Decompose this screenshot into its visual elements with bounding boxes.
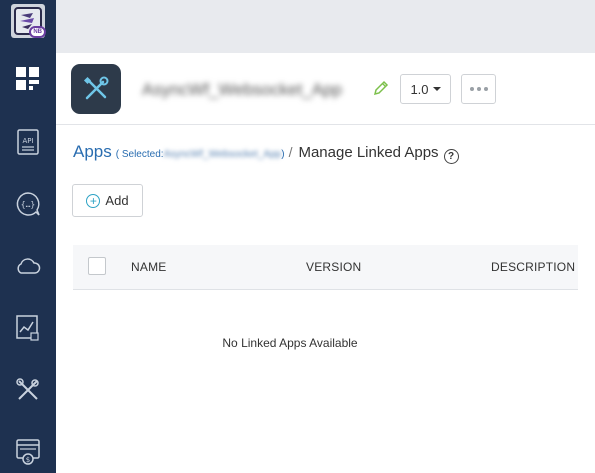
product-logo[interactable]: NB <box>11 4 46 38</box>
app-logo[interactable] <box>71 64 121 114</box>
column-header-name[interactable]: NAME <box>131 260 166 274</box>
add-button[interactable]: + Add <box>72 184 143 217</box>
sidebar-item-tools[interactable] <box>0 369 56 411</box>
breadcrumb-separator: / <box>288 144 293 160</box>
select-all-checkbox[interactable] <box>88 257 106 275</box>
more-icon <box>469 87 474 91</box>
breadcrumb-selected-prefix: ( Selected: <box>115 149 164 160</box>
add-button-label: Add <box>105 193 129 208</box>
svg-text:$: $ <box>26 456 30 464</box>
analytics-icon <box>16 315 39 341</box>
logo-badge: NB <box>29 26 46 38</box>
table-header: NAME VERSION DESCRIPTION <box>73 245 578 290</box>
svg-text:{…}: {…} <box>21 200 35 209</box>
sidebar-item-dashboard[interactable] <box>0 58 56 100</box>
api-icon: API <box>17 129 39 155</box>
help-icon[interactable]: ? <box>443 149 459 164</box>
version-value: 1.0 <box>410 81 429 97</box>
breadcrumb-selected-suffix: ) <box>281 149 285 160</box>
breadcrumb-selected: ( Selected:AsyncWf_Websocket_App) <box>116 149 285 160</box>
sidebar-item-analytics[interactable] <box>0 307 56 349</box>
api-icon-label: API <box>22 137 33 145</box>
sidebar: NB API {…} $ <box>0 0 56 473</box>
column-header-description[interactable]: DESCRIPTION <box>491 260 575 274</box>
breadcrumb: Apps ( Selected:AsyncWf_Websocket_App) /… <box>73 142 459 164</box>
sidebar-item-cloud[interactable] <box>0 245 56 287</box>
sidebar-item-api[interactable]: API <box>0 121 56 163</box>
plus-circle-icon: + <box>86 193 101 208</box>
cloud-icon <box>17 258 41 274</box>
version-dropdown[interactable]: 1.0 <box>400 74 451 104</box>
app-name: AsyncWf_Websocket_App <box>142 80 342 99</box>
dashboard-icon <box>16 67 39 90</box>
chevron-down-icon <box>432 87 441 91</box>
top-header <box>56 0 595 53</box>
wrench-screwdriver-icon <box>83 76 109 100</box>
app-header: AsyncWf_Websocket_App 1.0 <box>56 53 595 125</box>
more-options-button[interactable] <box>461 74 496 104</box>
sidebar-item-integrations[interactable]: {…} <box>0 183 56 225</box>
breadcrumb-selected-value: AsyncWf_Websocket_App <box>163 149 282 160</box>
empty-state-message: No Linked Apps Available <box>222 336 358 350</box>
billing-icon: $ <box>16 439 40 465</box>
edit-icon[interactable] <box>373 80 389 96</box>
sidebar-item-billing[interactable]: $ <box>0 431 56 473</box>
column-header-version[interactable]: VERSION <box>306 260 361 274</box>
page-title: Manage Linked Apps <box>298 144 439 161</box>
breadcrumb-apps-link[interactable]: Apps <box>73 142 112 162</box>
tools-icon <box>16 378 39 400</box>
chat-code-icon: {…} <box>16 192 40 216</box>
